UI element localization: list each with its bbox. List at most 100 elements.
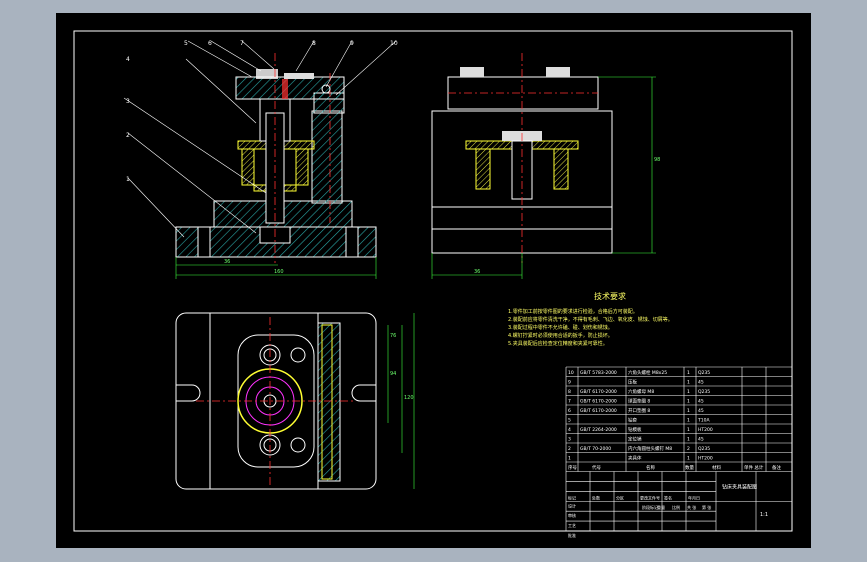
title-block-label: 批准	[568, 532, 576, 538]
bom-row-name: 夹具体	[628, 455, 642, 462]
bom-header-note: 备注	[772, 464, 781, 471]
bom-row-name: 开口垫圈 8	[628, 407, 650, 414]
bom-header-weight: 单件 总计	[744, 464, 764, 471]
dim-top-h2: 120	[404, 395, 414, 401]
bom-row-qty: 1	[687, 389, 690, 395]
dim-top-h3: 94	[390, 371, 396, 377]
cad-drawing-viewport[interactable]: 5 6 7 8 9 10 4 3 2 1 36 160 36 98 76 120…	[56, 13, 811, 548]
bom-row-qty: 1	[687, 427, 690, 433]
balloon-10: 10	[390, 40, 398, 47]
balloon-8: 8	[312, 40, 316, 47]
title-block: 标记 处数 分区 更改文件号 签名 年月日设计审核工艺批准 阶段标记 重量 比例 共 张第 张 钻床…	[565, 471, 792, 538]
title-block-label: 分区	[616, 494, 624, 500]
notes-line-3: 3.装配过程中零件不允许磕、碰、划伤和锈蚀。	[508, 324, 613, 331]
bom-row-no: 9	[568, 380, 571, 386]
title-block-label: 工艺	[568, 523, 576, 528]
title-block-label: 签名	[664, 494, 672, 500]
bom-row-qty: 1	[687, 380, 690, 386]
dim-front-total: 160	[274, 269, 284, 275]
bom-row-name: 六角头螺栓 M8x25	[628, 369, 667, 376]
front-column	[311, 110, 343, 204]
bom-row-material: Q235	[698, 389, 710, 395]
balloon-9: 9	[350, 40, 354, 47]
title-block-label: 处数	[592, 494, 600, 500]
title-block-label: 设计	[568, 502, 576, 508]
bom-row-no: 4	[568, 427, 571, 433]
bom-header-code: 代号	[592, 464, 601, 471]
bom-row-material: 45	[698, 408, 704, 414]
title-block-label: 阶段标记	[642, 504, 658, 510]
bom-row-name: 内六角圆柱头螺钉 M8	[628, 445, 672, 452]
bom-row-material: 45	[698, 399, 704, 405]
bom-row-material: HT200	[698, 456, 713, 462]
bom-row-code: GB/T 70-2000	[580, 446, 611, 452]
bom-header-qty: 数量	[685, 464, 694, 471]
drawing-name: 钻床夹具装配图	[722, 483, 757, 490]
bom-row-qty: 1	[687, 418, 690, 424]
bom-row-code: GB/T 5783-2000	[580, 370, 617, 376]
bom-row-no: 8	[568, 389, 571, 395]
bom-row-name: 压板	[628, 379, 637, 386]
balloon-2: 2	[126, 132, 130, 139]
bom-row-name: 球面垫圈 8	[628, 398, 650, 405]
bom-table: 10 GB/T 5783-2000 六角头螺栓 M8x25 1 Q2359 压板 1 458 G…	[565, 366, 793, 472]
bom-row-code: GB/T 6170-2000	[580, 408, 617, 414]
dim-side-height: 98	[654, 157, 660, 163]
side-view	[431, 53, 656, 279]
bom-row-material: HT200	[698, 427, 713, 433]
bom-row-no: 10	[568, 370, 574, 376]
front-view	[123, 40, 397, 279]
bom-row-code: GB/T 2264-2000	[580, 427, 617, 433]
bom-row-no: 6	[568, 408, 571, 414]
bom-row-name: 钻模板	[628, 426, 642, 433]
bom-row-no: 3	[568, 437, 571, 443]
bom-row-name: 六角螺母 M8	[628, 388, 654, 395]
title-block-label: 年月日	[688, 494, 700, 500]
balloon-3: 3	[126, 98, 130, 105]
bom-row-qty: 1	[687, 399, 690, 405]
bom-row-qty: 1	[687, 370, 690, 376]
balloon-6: 6	[208, 40, 212, 47]
bom-row-qty: 1	[687, 456, 690, 462]
bom-row-no: 5	[568, 418, 571, 424]
bom-row-material: 45	[698, 437, 704, 443]
title-block-label: 共 张	[687, 504, 696, 510]
title-block-label: 比例	[672, 504, 680, 510]
balloon-4: 4	[126, 56, 130, 63]
bom-row-code: GB/T 6170-2000	[580, 389, 617, 395]
title-block-label: 标记	[568, 494, 576, 500]
bom-row-qty: 1	[687, 408, 690, 414]
balloon-1: 1	[126, 176, 130, 183]
notes-line-1: 1.零件加工前按零件图的要求进行检验，合格后方可装配。	[508, 308, 638, 315]
bom-row-material: T10A	[697, 418, 710, 424]
bom-row-name: 定位销	[628, 436, 642, 443]
front-top-plate	[235, 76, 345, 100]
title-block-label: 审核	[568, 512, 576, 518]
title-block-label: 第 张	[702, 504, 711, 510]
bom-row-code: GB/T 6170-2000	[580, 399, 617, 405]
notes-line-5: 5.夹具装配后应检查定位精度和夹紧可靠性。	[508, 340, 608, 347]
cad-drawing: 5 6 7 8 9 10 4 3 2 1 36 160 36 98 76 120…	[73, 30, 793, 538]
bom-row-material: Q235	[698, 446, 710, 452]
title-block-label: 更改文件号	[640, 494, 660, 500]
bom-header-no: 序号	[568, 464, 577, 471]
notes-line-4: 4.螺钉拧紧时必须使用合适的扳手，防止损坏。	[508, 332, 613, 339]
notes-title: 技术要求	[594, 291, 626, 301]
dim-top-h1: 76	[390, 333, 396, 339]
bom-row-no: 2	[568, 446, 571, 452]
bom-row-qty: 1	[687, 437, 690, 443]
bom-header-material: 材料	[712, 464, 721, 471]
bom-row-material: Q235	[698, 370, 710, 376]
bom-row-material: 45	[698, 380, 704, 386]
bom-row-qty: 2	[687, 446, 690, 452]
drawing-scale: 1:1	[760, 512, 768, 518]
title-block-label: 重量	[657, 504, 665, 510]
bom-row-no: 1	[568, 456, 571, 462]
balloon-7: 7	[240, 40, 244, 47]
bom-row-no: 7	[568, 399, 571, 405]
top-view	[175, 312, 415, 490]
bom-row-name: 钻套	[628, 417, 637, 424]
dim-side-width: 36	[474, 269, 480, 275]
notes-line-2: 2.装配前应将零件清洗干净，不得有毛刺、飞边、氧化皮、锈蚀、切屑等。	[508, 316, 673, 323]
balloon-5: 5	[184, 40, 188, 47]
